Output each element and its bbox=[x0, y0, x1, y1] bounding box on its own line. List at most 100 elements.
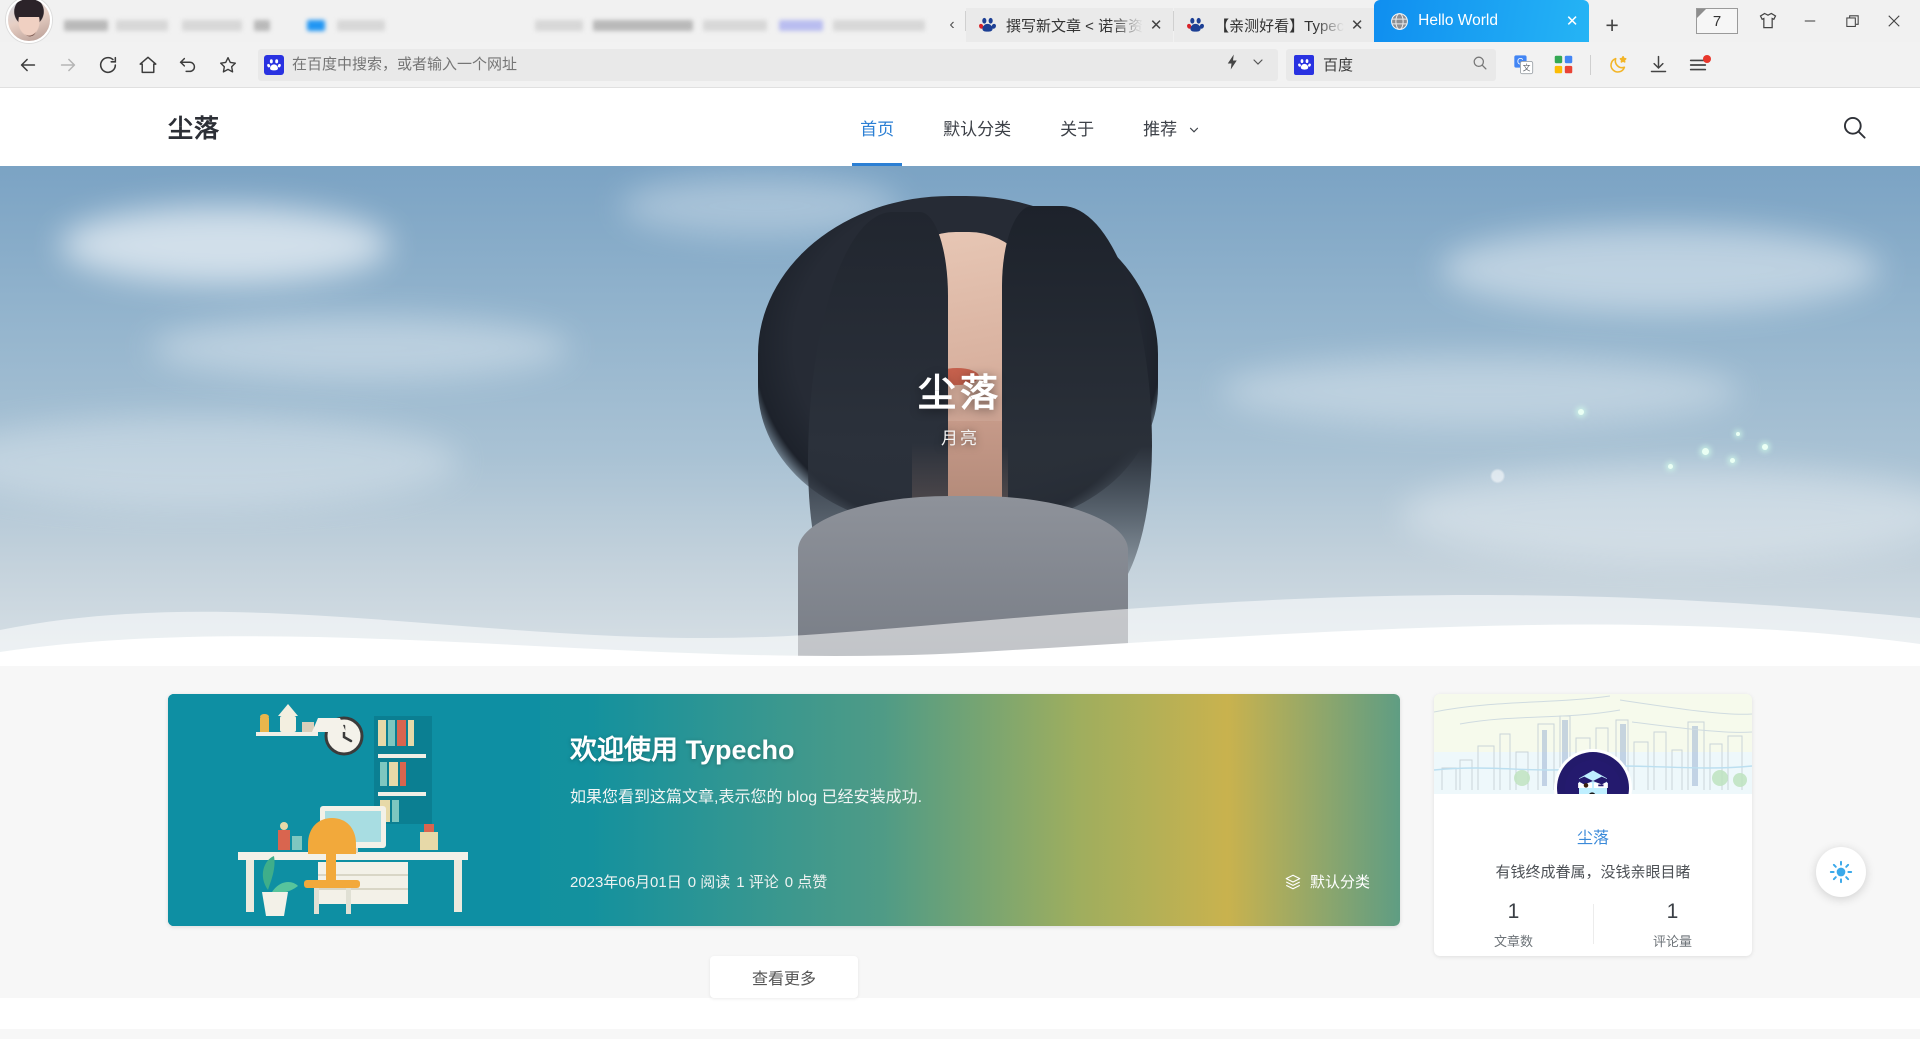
tab-blurred-2[interactable] bbox=[176, 8, 301, 42]
post-date: 2023年06月01日 bbox=[570, 874, 682, 891]
tshirt-icon[interactable] bbox=[1748, 6, 1788, 36]
site-nav: 首页 默认分类 关于 推荐 bbox=[852, 89, 1203, 166]
sidebar: 尘落 有钱终成眷属，没钱亲眼目睹 1 文章数 1 评论量 bbox=[1434, 694, 1752, 998]
profile-card: 尘落 有钱终成眷属，没钱亲眼目睹 1 文章数 1 评论量 bbox=[1434, 694, 1752, 956]
nav-item-default-category[interactable]: 默认分类 bbox=[941, 89, 1013, 166]
forward-arrow-icon[interactable] bbox=[48, 48, 88, 82]
maximize-button[interactable] bbox=[1832, 6, 1872, 36]
search-engine-label: 百度 bbox=[1323, 57, 1354, 74]
address-bar[interactable] bbox=[258, 48, 1278, 81]
post-meta: 2023年06月01日 0 阅读 1 评论 0 点赞 bbox=[570, 871, 827, 892]
post-body: 欢迎使用 Typecho 如果您看到这篇文章,表示您的 blog 已经安装成功.… bbox=[540, 694, 1400, 926]
search-input[interactable] bbox=[292, 56, 1224, 73]
tab-blurred-1[interactable] bbox=[58, 8, 176, 42]
nav-item-about[interactable]: 关于 bbox=[1058, 89, 1096, 166]
star-icon[interactable] bbox=[208, 48, 248, 82]
new-tab-button[interactable]: + bbox=[1595, 8, 1629, 42]
night-mode-icon[interactable] bbox=[1599, 48, 1637, 82]
page-bottom-edge bbox=[0, 1029, 1920, 1039]
home-icon[interactable] bbox=[128, 48, 168, 82]
baidu-favicon bbox=[1186, 16, 1205, 35]
post-comments: 1 评论 bbox=[736, 874, 779, 891]
window-controls: 7 bbox=[1696, 0, 1920, 42]
stat-posts: 1 文章数 bbox=[1434, 900, 1593, 950]
baidu-paw-icon bbox=[264, 54, 284, 75]
tab-hello-world[interactable]: Hello World ✕ bbox=[1374, 0, 1590, 42]
skin-count-label: 7 bbox=[1712, 12, 1722, 30]
omnibox-actions bbox=[1224, 53, 1272, 76]
download-icon[interactable] bbox=[1639, 48, 1677, 82]
user-avatar-button[interactable] bbox=[0, 0, 58, 43]
undo-arrow-icon[interactable] bbox=[168, 48, 208, 82]
navigation-toolbar: 百度 G 文 bbox=[0, 42, 1920, 88]
nav-item-recommend[interactable]: 推荐 bbox=[1141, 89, 1203, 166]
post-thumbnail bbox=[168, 694, 540, 926]
tab-write-article[interactable]: 撰写新文章 < 诺言资 ✕ bbox=[966, 8, 1174, 42]
tab-close-icon[interactable]: ✕ bbox=[1559, 8, 1585, 34]
theme-toggle-button[interactable] bbox=[1816, 847, 1866, 897]
robot-face-avatar bbox=[1565, 760, 1621, 794]
tab-blurred-3[interactable] bbox=[301, 8, 411, 42]
search-icon[interactable] bbox=[1471, 54, 1488, 76]
tab-title: 【亲测好看】Typec bbox=[1214, 17, 1345, 35]
baidu-paw-icon bbox=[1294, 54, 1314, 75]
globe-favicon bbox=[1390, 12, 1409, 31]
search-engine-box[interactable]: 百度 bbox=[1286, 48, 1496, 81]
minimize-button[interactable] bbox=[1790, 6, 1830, 36]
back-arrow-icon[interactable] bbox=[8, 48, 48, 82]
tab-close-icon[interactable]: ✕ bbox=[1344, 12, 1370, 38]
skin-count-badge[interactable]: 7 bbox=[1696, 8, 1738, 34]
search-icon bbox=[1843, 116, 1866, 139]
tab-overflow-button[interactable]: ‹ bbox=[939, 8, 965, 42]
tab-strip: ‹ 撰写新文章 < 诺言资 ✕ 【亲测好看】Typec ✕ Hello Worl… bbox=[0, 0, 1920, 43]
post-title[interactable]: 欢迎使用 Typecho bbox=[570, 728, 1370, 767]
blurred-tabs-group bbox=[58, 0, 939, 42]
google-translate-icon[interactable]: G 文 bbox=[1504, 48, 1542, 82]
close-button[interactable] bbox=[1874, 6, 1914, 36]
workspace-illustration bbox=[168, 694, 540, 926]
post-category-label: 默认分类 bbox=[1309, 874, 1370, 891]
hero-title: 尘落 bbox=[917, 373, 1002, 415]
brightness-icon bbox=[1829, 860, 1853, 884]
load-more-button[interactable]: 查看更多 bbox=[710, 956, 858, 998]
post-likes: 0 点赞 bbox=[784, 874, 828, 891]
profile-stats: 1 文章数 1 评论量 bbox=[1434, 900, 1752, 956]
chevron-down-icon[interactable] bbox=[1246, 54, 1272, 75]
hero-subtitle: 月亮 bbox=[941, 429, 979, 448]
tab-close-icon[interactable]: ✕ bbox=[1143, 12, 1169, 38]
menu-icon[interactable] bbox=[1679, 48, 1717, 82]
site-header: 尘落 首页 默认分类 关于 推荐 bbox=[0, 88, 1920, 166]
stat-posts-label: 文章数 bbox=[1493, 934, 1533, 949]
stat-posts-value: 1 bbox=[1507, 900, 1520, 923]
post-excerpt: 如果您看到这篇文章,表示您的 blog 已经安装成功. bbox=[570, 789, 923, 806]
chevron-down-icon bbox=[1189, 127, 1198, 133]
avatar bbox=[6, 0, 52, 43]
hero-banner: 尘落 月亮 bbox=[0, 166, 1920, 666]
nav-item-home[interactable]: 首页 bbox=[852, 89, 903, 166]
lightning-icon[interactable] bbox=[1224, 53, 1242, 76]
site-search-button[interactable] bbox=[1841, 114, 1868, 141]
new-tab-label: + bbox=[1605, 11, 1619, 38]
apps-grid-icon[interactable] bbox=[1544, 48, 1582, 82]
post-card[interactable]: 欢迎使用 Typecho 如果您看到这篇文章,表示您的 blog 已经安装成功.… bbox=[168, 694, 1400, 926]
post-category[interactable]: 默认分类 bbox=[1284, 871, 1370, 892]
tab-title: Hello World bbox=[1418, 12, 1498, 29]
reload-icon[interactable] bbox=[88, 48, 128, 82]
toolbar-divider bbox=[1590, 54, 1591, 75]
tab-typecho-theme[interactable]: 【亲测好看】Typec ✕ bbox=[1174, 8, 1375, 42]
profile-motto: 有钱终成眷属，没钱亲眼目睹 bbox=[1495, 864, 1691, 881]
profile-banner bbox=[1434, 694, 1752, 794]
profile-name[interactable]: 尘落 bbox=[1434, 824, 1752, 848]
load-more-wrap: 查看更多 bbox=[168, 956, 1400, 998]
web-page: 尘落 首页 默认分类 关于 推荐 尘落 月亮 欢迎使用 Typecho 如果您看… bbox=[0, 88, 1920, 1039]
stat-comments-label: 评论量 bbox=[1652, 934, 1692, 949]
menu-badge-dot bbox=[1703, 54, 1711, 63]
tab-blurred-4[interactable] bbox=[529, 8, 939, 42]
tab-title: 撰写新文章 < 诺言资 bbox=[1006, 17, 1144, 35]
nav-item-recommend-label: 推荐 bbox=[1143, 119, 1178, 139]
site-logo[interactable]: 尘落 bbox=[168, 109, 220, 145]
baidu-favicon bbox=[978, 16, 997, 35]
stat-comments: 1 评论量 bbox=[1593, 900, 1752, 950]
layers-icon bbox=[1285, 874, 1301, 889]
browser-window: ‹ 撰写新文章 < 诺言资 ✕ 【亲测好看】Typec ✕ Hello Worl… bbox=[0, 0, 1920, 1039]
